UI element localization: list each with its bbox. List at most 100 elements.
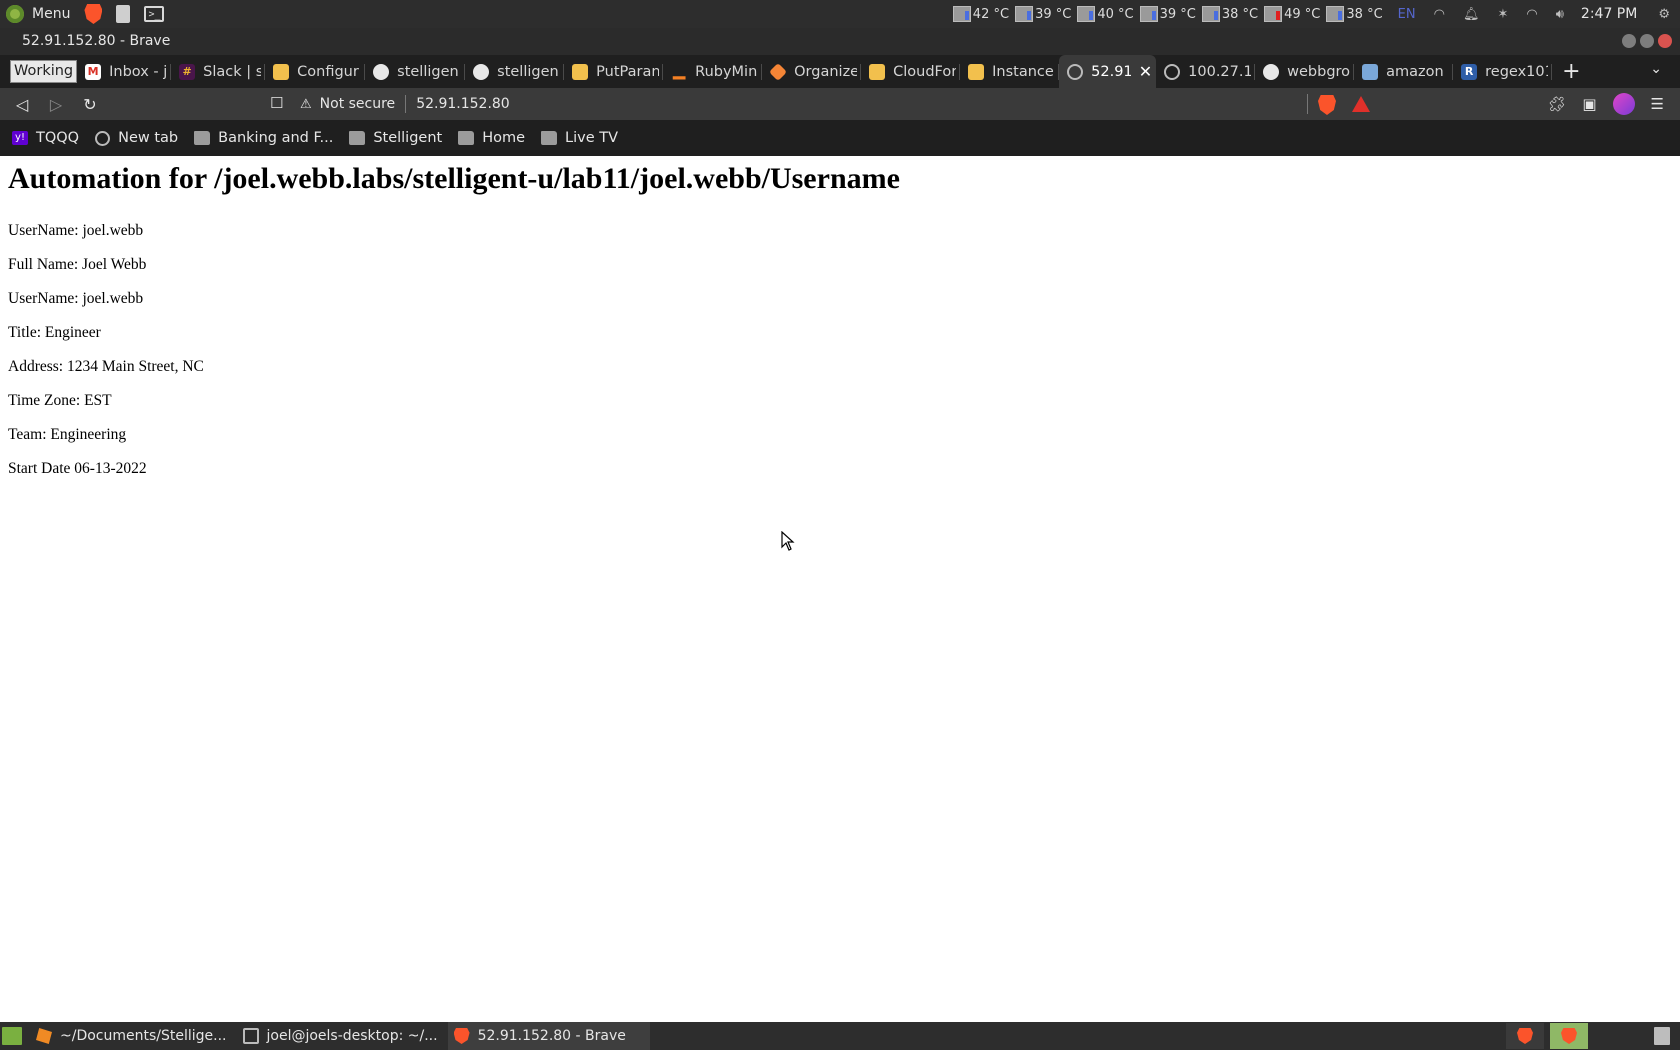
tab-label: webbgro (1287, 63, 1351, 80)
bookmark-folder-banking[interactable]: Banking and F... (194, 130, 333, 146)
trash-icon[interactable] (1654, 1027, 1670, 1045)
bookmark-page-icon[interactable]: ☐ (270, 94, 283, 112)
bookmark-label: New tab (118, 130, 179, 146)
browser-tab[interactable]: 100.27.10 (1156, 55, 1256, 88)
extensions-icon[interactable]: 🧩︎ (1547, 95, 1566, 113)
bookmark-label: Banking and F... (218, 130, 334, 146)
security-label[interactable]: Not secure (320, 96, 396, 112)
temp-sensor: 40 °C (1077, 6, 1134, 22)
taskbar-label: joel@joels-desktop: ~/... (266, 1028, 438, 1044)
browser-menu-icon[interactable]: ☰ (1651, 95, 1664, 113)
browser-tab[interactable]: M Inbox - jo (77, 55, 172, 88)
temp-sensor: 49 °C (1264, 6, 1320, 22)
tab-label: RubyMin (695, 63, 758, 80)
keyboard-layout-indicator[interactable]: EN (1398, 7, 1416, 22)
folder-icon (541, 131, 558, 145)
tab-label: stelligen (497, 63, 559, 80)
tab-label: CloudFor (893, 63, 957, 80)
tab-label: Inbox - jo (109, 63, 168, 80)
browser-tab[interactable]: Rregex101 (1453, 55, 1553, 88)
taskbar-item-brave[interactable]: 52.91.152.80 - Brave (447, 1022, 650, 1050)
warning-icon[interactable]: ⚠ (300, 97, 312, 112)
bookmark-folder-stelligent[interactable]: Stelligent (349, 130, 442, 146)
brave-rewards-icon[interactable] (1352, 96, 1370, 112)
organize-icon (769, 62, 788, 81)
panel-menu-button[interactable]: Menu (0, 0, 70, 28)
slack-icon: # (179, 63, 196, 80)
reload-button[interactable]: ↻ (78, 95, 102, 114)
system-tray: 42 °C 39 °C 40 °C 39 °C 38 °C 49 °C 38 °… (952, 0, 1680, 28)
window-title-bar[interactable]: 52.91.152.80 - Brave (0, 28, 1680, 55)
browser-tab-active[interactable]: 52.91 ✕ (1059, 55, 1157, 88)
browser-tab[interactable]: webbgro (1255, 55, 1355, 88)
new-tab-button[interactable]: + (1562, 59, 1580, 84)
field-team: Team: Engineering (8, 426, 127, 443)
bookmark-new-tab[interactable]: New tab (95, 130, 178, 146)
tab-label: Organize (794, 63, 858, 80)
close-window-button[interactable] (1658, 34, 1672, 48)
yahoo-icon: y! (12, 131, 28, 145)
volume-icon[interactable]: 🔊︎ (1556, 7, 1564, 22)
tab-search-chevron-icon[interactable]: ⌄ (1650, 61, 1662, 77)
taskbar-item-sublime[interactable]: ~/Documents/Stellige... (30, 1022, 233, 1050)
page-content: Automation for /joel.webb.labs/stelligen… (0, 156, 1680, 1022)
terminal-launcher-icon[interactable]: >_ (144, 6, 165, 22)
tab-label: regex101 (1485, 63, 1549, 80)
window-controls (1622, 34, 1672, 48)
brave-launcher-icon[interactable] (84, 4, 103, 24)
field-start-date: Start Date 06-13-2022 (8, 460, 147, 477)
bookmark-folder-home[interactable]: Home (458, 130, 525, 146)
url-text[interactable]: 52.91.152.80 (416, 96, 510, 112)
browser-tab[interactable]: Organize (762, 55, 862, 88)
folder-icon (349, 131, 366, 145)
tab-label: Instance (992, 63, 1054, 80)
browser-tab[interactable]: stelligen (465, 55, 565, 88)
folder-icon (458, 131, 475, 145)
gmail-icon: M (85, 63, 102, 80)
aws-icon (273, 63, 290, 80)
profile-avatar[interactable] (1612, 93, 1635, 115)
system-settings-icon[interactable]: ⚙ (1658, 7, 1670, 22)
temp-value: 42 °C (972, 6, 1010, 22)
browser-tab[interactable]: PutParan (564, 55, 664, 88)
bookmark-tqqq[interactable]: y! TQQQ (12, 130, 79, 146)
forward-button[interactable]: ▷ (44, 95, 68, 114)
github-icon (373, 63, 390, 80)
tab-label: Configur (297, 63, 359, 80)
show-desktop-icon[interactable] (2, 1027, 22, 1045)
network-icon[interactable]: ◠ (1434, 7, 1445, 22)
maximize-button[interactable] (1640, 34, 1654, 48)
tab-label: amazon (1386, 63, 1444, 80)
tab-label: 100.27.10 (1188, 63, 1252, 80)
taskbar-item-terminal[interactable]: joel@joels-desktop: ~/... (237, 1022, 444, 1050)
brave-icon (1561, 1028, 1577, 1044)
browser-tab[interactable]: RubyMin (663, 55, 763, 88)
aws-icon (869, 63, 886, 80)
browser-tab[interactable]: CloudFor (861, 55, 961, 88)
browser-tab[interactable]: # Slack | ste (171, 55, 266, 88)
tab-label: Slack | ste (203, 63, 262, 80)
github-icon (473, 63, 490, 80)
browser-tab[interactable]: amazon (1354, 55, 1454, 88)
workspace-1[interactable] (1506, 1023, 1544, 1049)
bluetooth-icon[interactable]: ✶ (1497, 7, 1508, 22)
bookmark-folder-live-tv[interactable]: Live TV (541, 130, 618, 146)
regex101-icon: R (1461, 63, 1478, 80)
browser-tab[interactable]: Instance (960, 55, 1060, 88)
browser-toolbar: ◁ ▷ ↻ ☐ ⚠ Not secure 52.91.152.80 🧩︎ ▣ ☰ (0, 88, 1680, 120)
browser-tab[interactable]: Configur (265, 55, 366, 88)
bookmark-label: Home (482, 130, 526, 146)
panel-clock[interactable]: 2:47 PM (1581, 6, 1637, 22)
close-tab-icon[interactable]: ✕ (1139, 62, 1152, 81)
address-bar[interactable]: ⚠ Not secure 52.91.152.80 (300, 90, 1380, 118)
tab-group-working[interactable]: Working (10, 60, 78, 83)
top-panel: Menu >_ 42 °C 39 °C 40 °C 39 °C 38 °C 49… (0, 0, 1680, 28)
minimize-button[interactable] (1622, 34, 1636, 48)
workspace-2[interactable] (1550, 1023, 1588, 1049)
browser-tab[interactable]: stelligen (365, 55, 466, 88)
calculator-launcher-icon[interactable] (116, 5, 131, 23)
back-button[interactable]: ◁ (10, 95, 34, 114)
notifications-icon[interactable]: 🔔︎ (1463, 7, 1480, 22)
wallet-icon[interactable]: ▣ (1582, 95, 1596, 113)
wifi-icon[interactable]: ◠ (1526, 7, 1537, 22)
